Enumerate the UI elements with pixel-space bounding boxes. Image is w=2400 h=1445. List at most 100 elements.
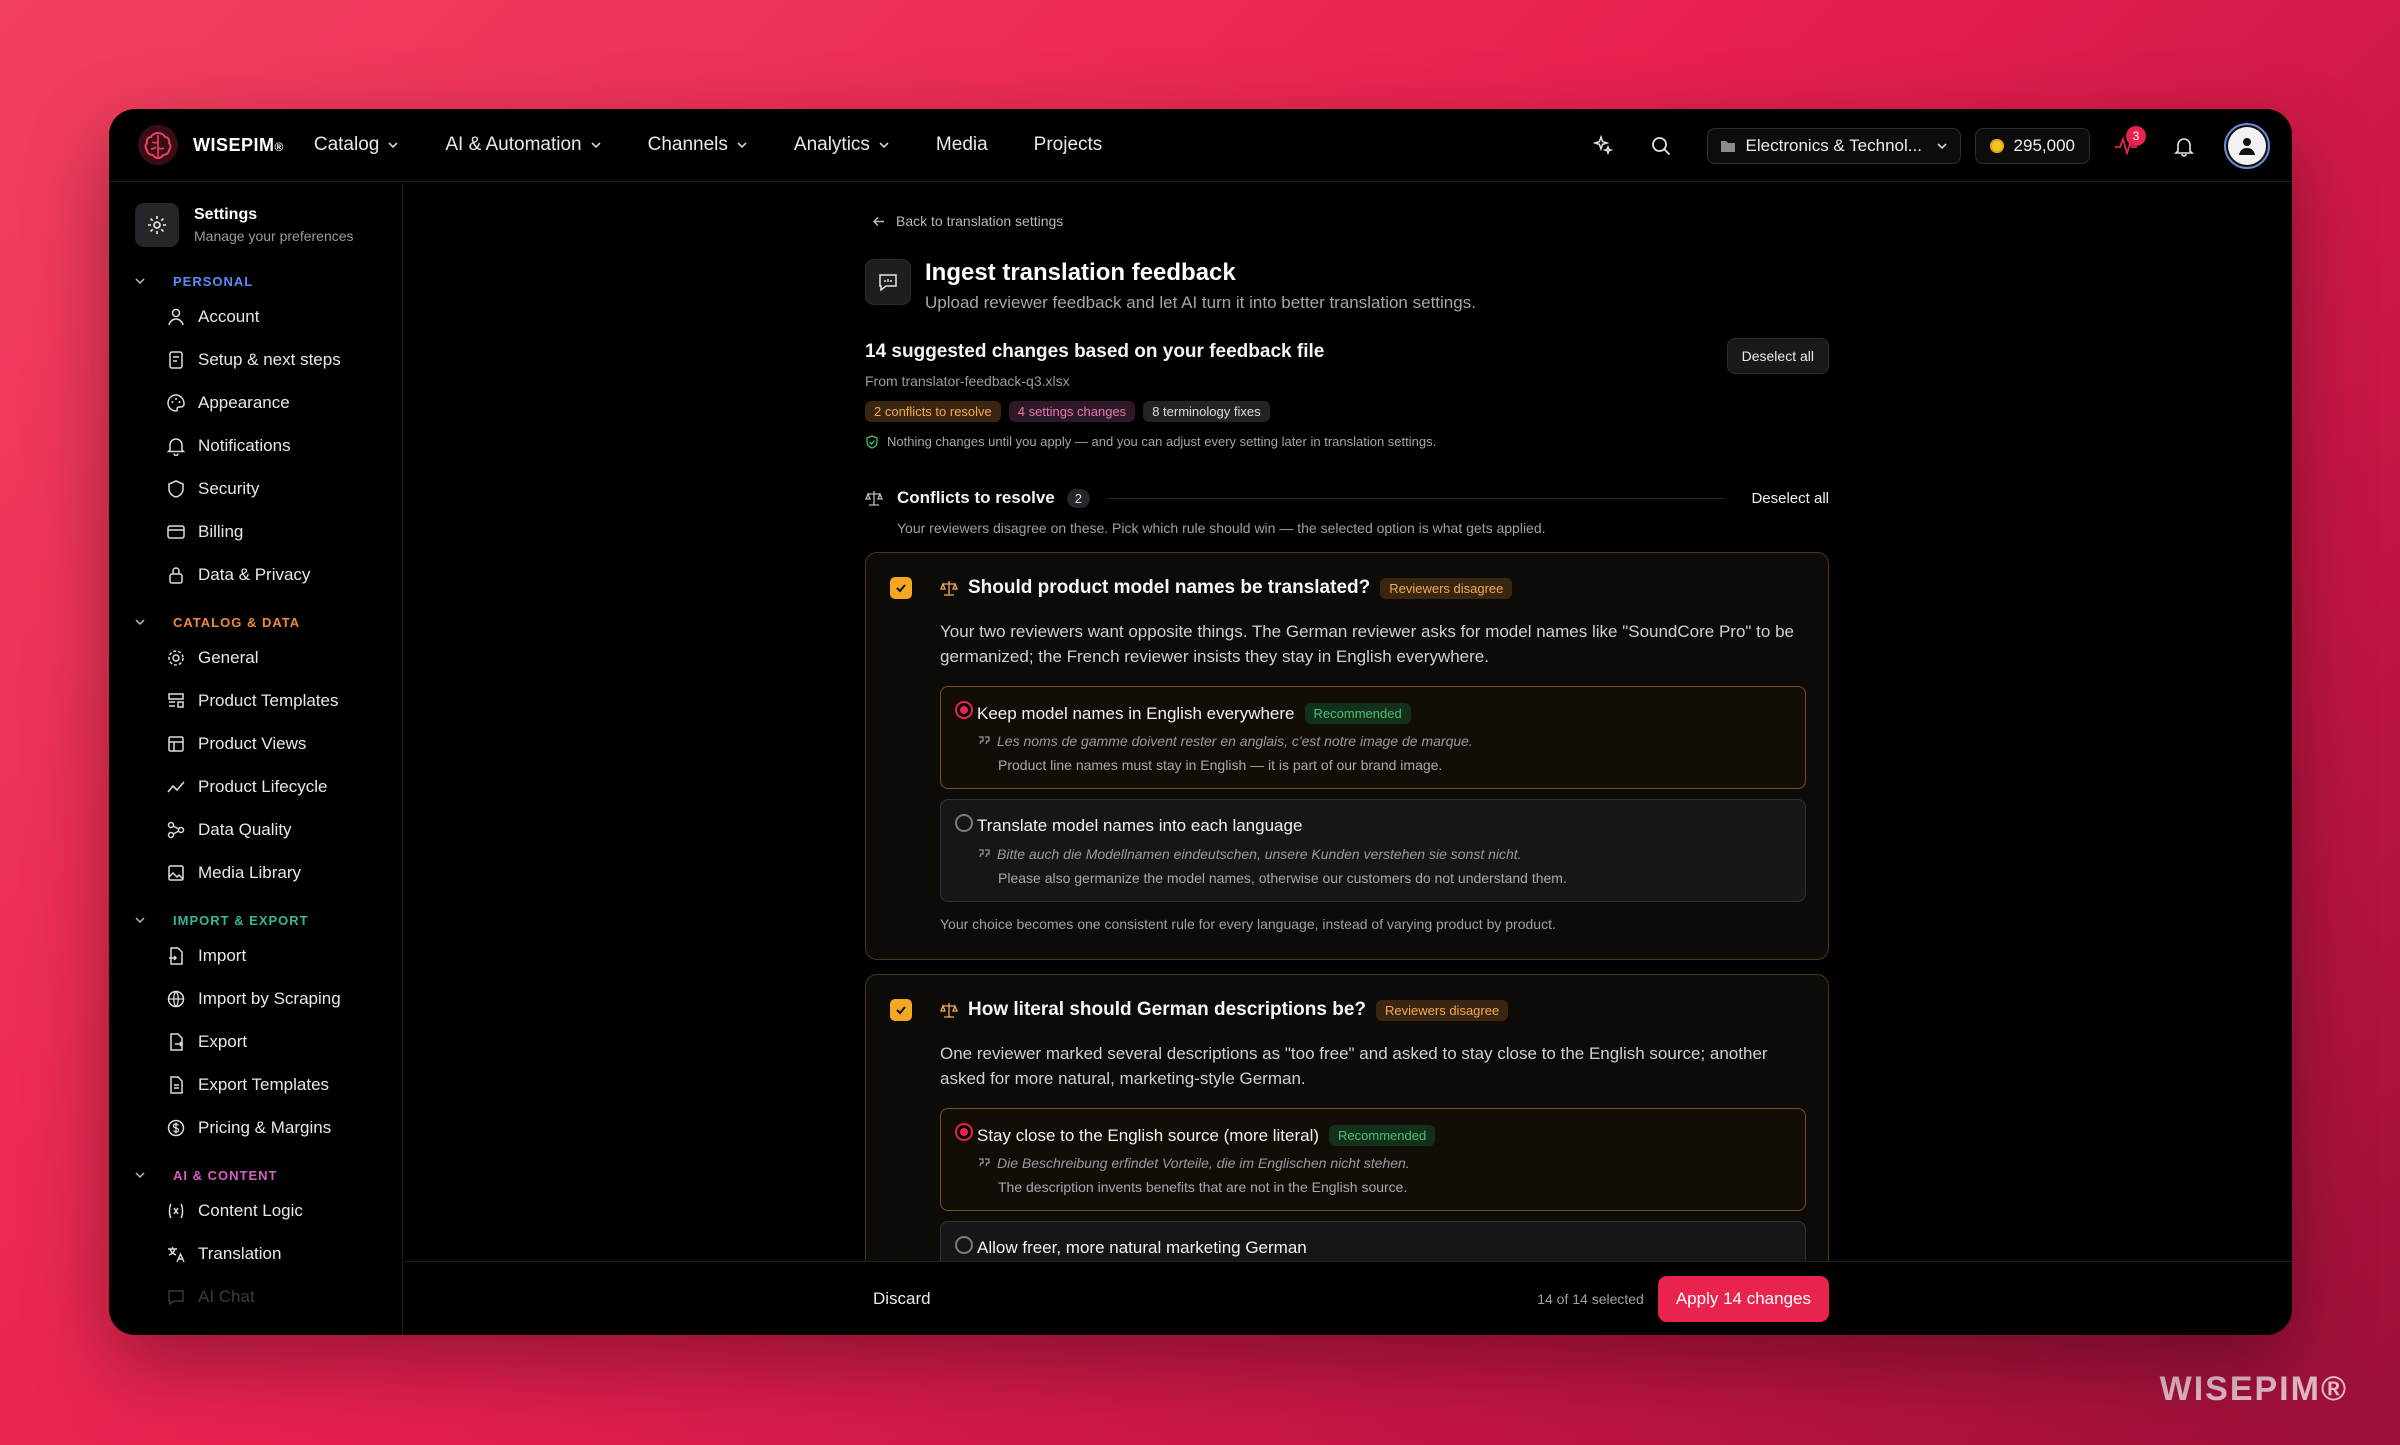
apply-changes-button[interactable]: Apply 14 changes — [1657, 1276, 1829, 1322]
brain-logo-icon — [138, 125, 178, 165]
option-title: Stay close to the English source (more l… — [977, 1125, 1320, 1145]
checklist-icon — [169, 350, 183, 369]
page-title: Ingest translation feedback — [925, 259, 1236, 286]
scale-icon — [865, 491, 883, 506]
chevron-down-icon — [135, 1172, 145, 1179]
settings-title: Settings — [194, 206, 258, 223]
sidebar-item-export[interactable]: Export — [109, 1020, 402, 1063]
sidebar-item-export-templates[interactable]: Export Templates — [109, 1063, 402, 1106]
image-icon — [168, 864, 184, 881]
sidebar-item-product-lifecycle[interactable]: Product Lifecycle — [109, 765, 402, 808]
brand[interactable]: WISEPIM® — [137, 124, 284, 166]
section-personal[interactable]: PERSONAL — [133, 267, 402, 295]
option-translate-names[interactable]: Translate model names into each language… — [940, 799, 1806, 902]
recommended-badge: Recommended — [1329, 1125, 1436, 1146]
scale-icon — [940, 581, 958, 596]
bell-icon — [166, 437, 186, 456]
variable-icon — [168, 1203, 184, 1218]
radio-unselected[interactable] — [955, 1236, 973, 1254]
radio-selected[interactable] — [955, 1123, 973, 1141]
sparkle-icon — [1592, 134, 1613, 155]
settings-sidebar: Settings Manage your preferences PERSONA… — [109, 183, 403, 1335]
sidebar-item-product-views[interactable]: Product Views — [109, 722, 402, 765]
nav-channels[interactable]: Channels — [648, 134, 748, 156]
sidebar-item-pricing-margins[interactable]: Pricing & Margins — [109, 1106, 402, 1149]
top-navigation-bar: WISEPIM® Catalog AI & Automation Channel… — [109, 109, 2292, 182]
check-icon — [896, 584, 906, 593]
sidebar-item-billing[interactable]: Billing — [109, 510, 402, 553]
sidebar-item-import[interactable]: Import — [109, 934, 402, 977]
selected-count: 14 of 14 selected — [1537, 1291, 1644, 1307]
search-button[interactable] — [1639, 124, 1683, 168]
nav-ai-automation[interactable]: AI & Automation — [445, 134, 601, 156]
sidebar-item-notifications[interactable]: Notifications — [109, 424, 402, 467]
radio-unselected[interactable] — [955, 814, 973, 832]
section-catalog-data[interactable]: CATALOG & DATA — [133, 608, 402, 636]
user-avatar[interactable] — [2224, 122, 2270, 169]
sidebar-item-media-library[interactable]: Media Library — [109, 851, 402, 894]
nav-analytics[interactable]: Analytics — [794, 134, 890, 156]
summary-block: 14 suggested changes based on your feedb… — [865, 341, 1829, 449]
section-import-export[interactable]: IMPORT & EXPORT — [133, 906, 402, 934]
sidebar-item-data-privacy[interactable]: Data & Privacy — [109, 553, 402, 596]
sidebar-item-data-quality[interactable]: Data Quality — [109, 808, 402, 851]
terminology-pill: 8 terminology fixes — [1143, 401, 1270, 422]
radio-selected[interactable] — [955, 701, 973, 719]
chevron-down-icon — [388, 142, 398, 149]
sidebar-item-account[interactable]: Account — [109, 295, 402, 338]
dollar-icon — [167, 1119, 185, 1136]
deselect-all-conflicts-link[interactable]: Deselect all — [1751, 490, 1829, 507]
conflicts-pill: 2 conflicts to resolve — [865, 401, 1001, 422]
brand-name: WISEPIM® — [193, 134, 284, 155]
ai-sparkle-button[interactable] — [1581, 124, 1625, 168]
nav-media[interactable]: Media — [936, 134, 988, 156]
settings-header: Settings Manage your preferences — [135, 203, 402, 247]
section-ai-content[interactable]: AI & CONTENT — [133, 1161, 402, 1189]
sidebar-item-content-logic[interactable]: Content Logic — [109, 1189, 402, 1232]
scale-icon — [940, 1003, 958, 1018]
discard-button[interactable]: Discard — [873, 1289, 931, 1309]
summary-pills: 2 conflicts to resolve 4 settings change… — [865, 401, 1829, 422]
option-keep-english[interactable]: Keep model names in English everywhere R… — [940, 686, 1806, 789]
main-content: Back to translation settings Ingest tran… — [404, 183, 2292, 1335]
option-title: Translate model names into each language — [977, 816, 1303, 835]
settings-changes-pill: 4 settings changes — [1008, 401, 1136, 422]
recommended-badge: Recommended — [1304, 703, 1411, 724]
conflict-description: One reviewer marked several descriptions… — [940, 1044, 1768, 1088]
back-link[interactable]: Back to translation settings — [865, 213, 1063, 229]
conflict-description: Your two reviewers want opposite things.… — [940, 622, 1794, 666]
palette-icon — [167, 393, 185, 412]
settings-subtitle: Manage your preferences — [194, 228, 354, 244]
coin-icon — [1989, 138, 2004, 153]
sidebar-item-general[interactable]: General — [109, 636, 402, 679]
app-window: WISEPIM® Catalog AI & Automation Channel… — [109, 109, 2292, 1335]
notifications-button[interactable] — [2162, 124, 2206, 168]
reviewer-quote: Die Beschreibung erfindet Vorteile, die … — [997, 1155, 1410, 1171]
main-nav: Catalog AI & Automation Channels Analyti… — [314, 134, 1148, 156]
reviewer-quote: Les noms de gamme doivent rester en angl… — [997, 733, 1473, 749]
conflict-checkbox[interactable] — [890, 999, 912, 1021]
check-icon — [896, 1006, 906, 1015]
sidebar-item-translation[interactable]: Translation — [109, 1232, 402, 1275]
sidebar-item-product-templates[interactable]: Product Templates — [109, 679, 402, 722]
sidebar-item-appearance[interactable]: Appearance — [109, 381, 402, 424]
workspace-select[interactable]: Electronics & Technol... — [1706, 127, 1961, 164]
option-literal[interactable]: Stay close to the English source (more l… — [940, 1108, 1806, 1211]
quote-translation: The description invents benefits that ar… — [998, 1179, 1408, 1195]
sidebar-item-ai-chat[interactable]: AI Chat — [109, 1275, 402, 1318]
nav-catalog[interactable]: Catalog — [314, 134, 400, 156]
conflicts-count: 2 — [1066, 488, 1090, 508]
credits-balance[interactable]: 295,000 — [1974, 127, 2090, 164]
section-label: IMPORT & EXPORT — [173, 912, 309, 928]
chevron-down-icon — [135, 619, 145, 626]
reviewers-disagree-badge: Reviewers disagree — [1380, 577, 1513, 599]
deselect-all-button[interactable]: Deselect all — [1726, 338, 1829, 374]
conflict-checkbox[interactable] — [890, 577, 912, 599]
nav-projects[interactable]: Projects — [1034, 134, 1103, 156]
activity-button[interactable]: 3 — [2104, 124, 2148, 168]
conflicts-description: Your reviewers disagree on these. Pick w… — [897, 520, 1546, 536]
globe-icon — [167, 990, 185, 1007]
sidebar-item-setup[interactable]: Setup & next steps — [109, 338, 402, 381]
sidebar-item-security[interactable]: Security — [109, 467, 402, 510]
sidebar-item-import-scraping[interactable]: Import by Scraping — [109, 977, 402, 1020]
